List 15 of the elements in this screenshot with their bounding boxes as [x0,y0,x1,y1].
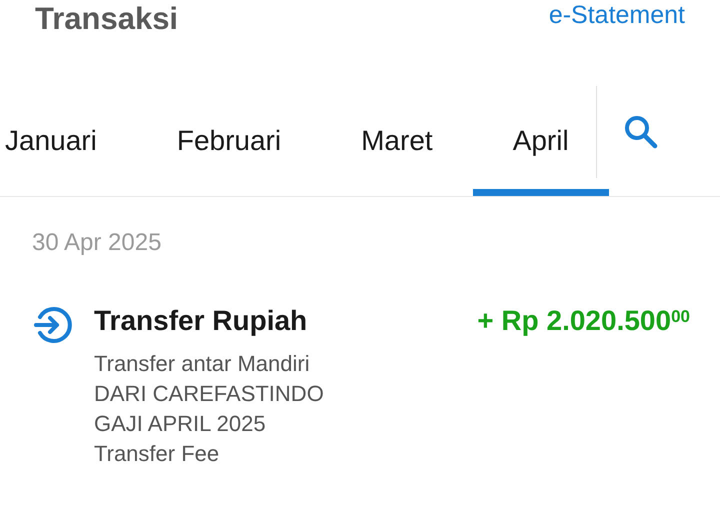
transaction-detail: DARI CAREFASTINDO [94,380,325,408]
month-tab[interactable]: Februari [136,86,322,196]
month-tab[interactable]: April [472,86,609,196]
transaction-detail: Transfer Fee [94,440,220,468]
month-tab[interactable]: Maret [321,86,473,196]
transaction-amount: + Rp 2.020.500$^{00}$ [477,307,690,335]
month-tab[interactable]: Januari [0,86,137,196]
arrow-circle-icon [32,305,72,345]
transaction-title: Transfer Rupiah [94,307,308,335]
search-icon [623,114,659,150]
date-header: 30 Apr 2025 [32,231,162,255]
page-title: Transaksi [35,3,178,34]
e-statement-link[interactable]: e-Statement [548,3,685,28]
transaction-detail: GAJI APRIL 2025 [94,410,267,438]
transaction-detail: Transfer antar Mandiri [94,350,311,378]
